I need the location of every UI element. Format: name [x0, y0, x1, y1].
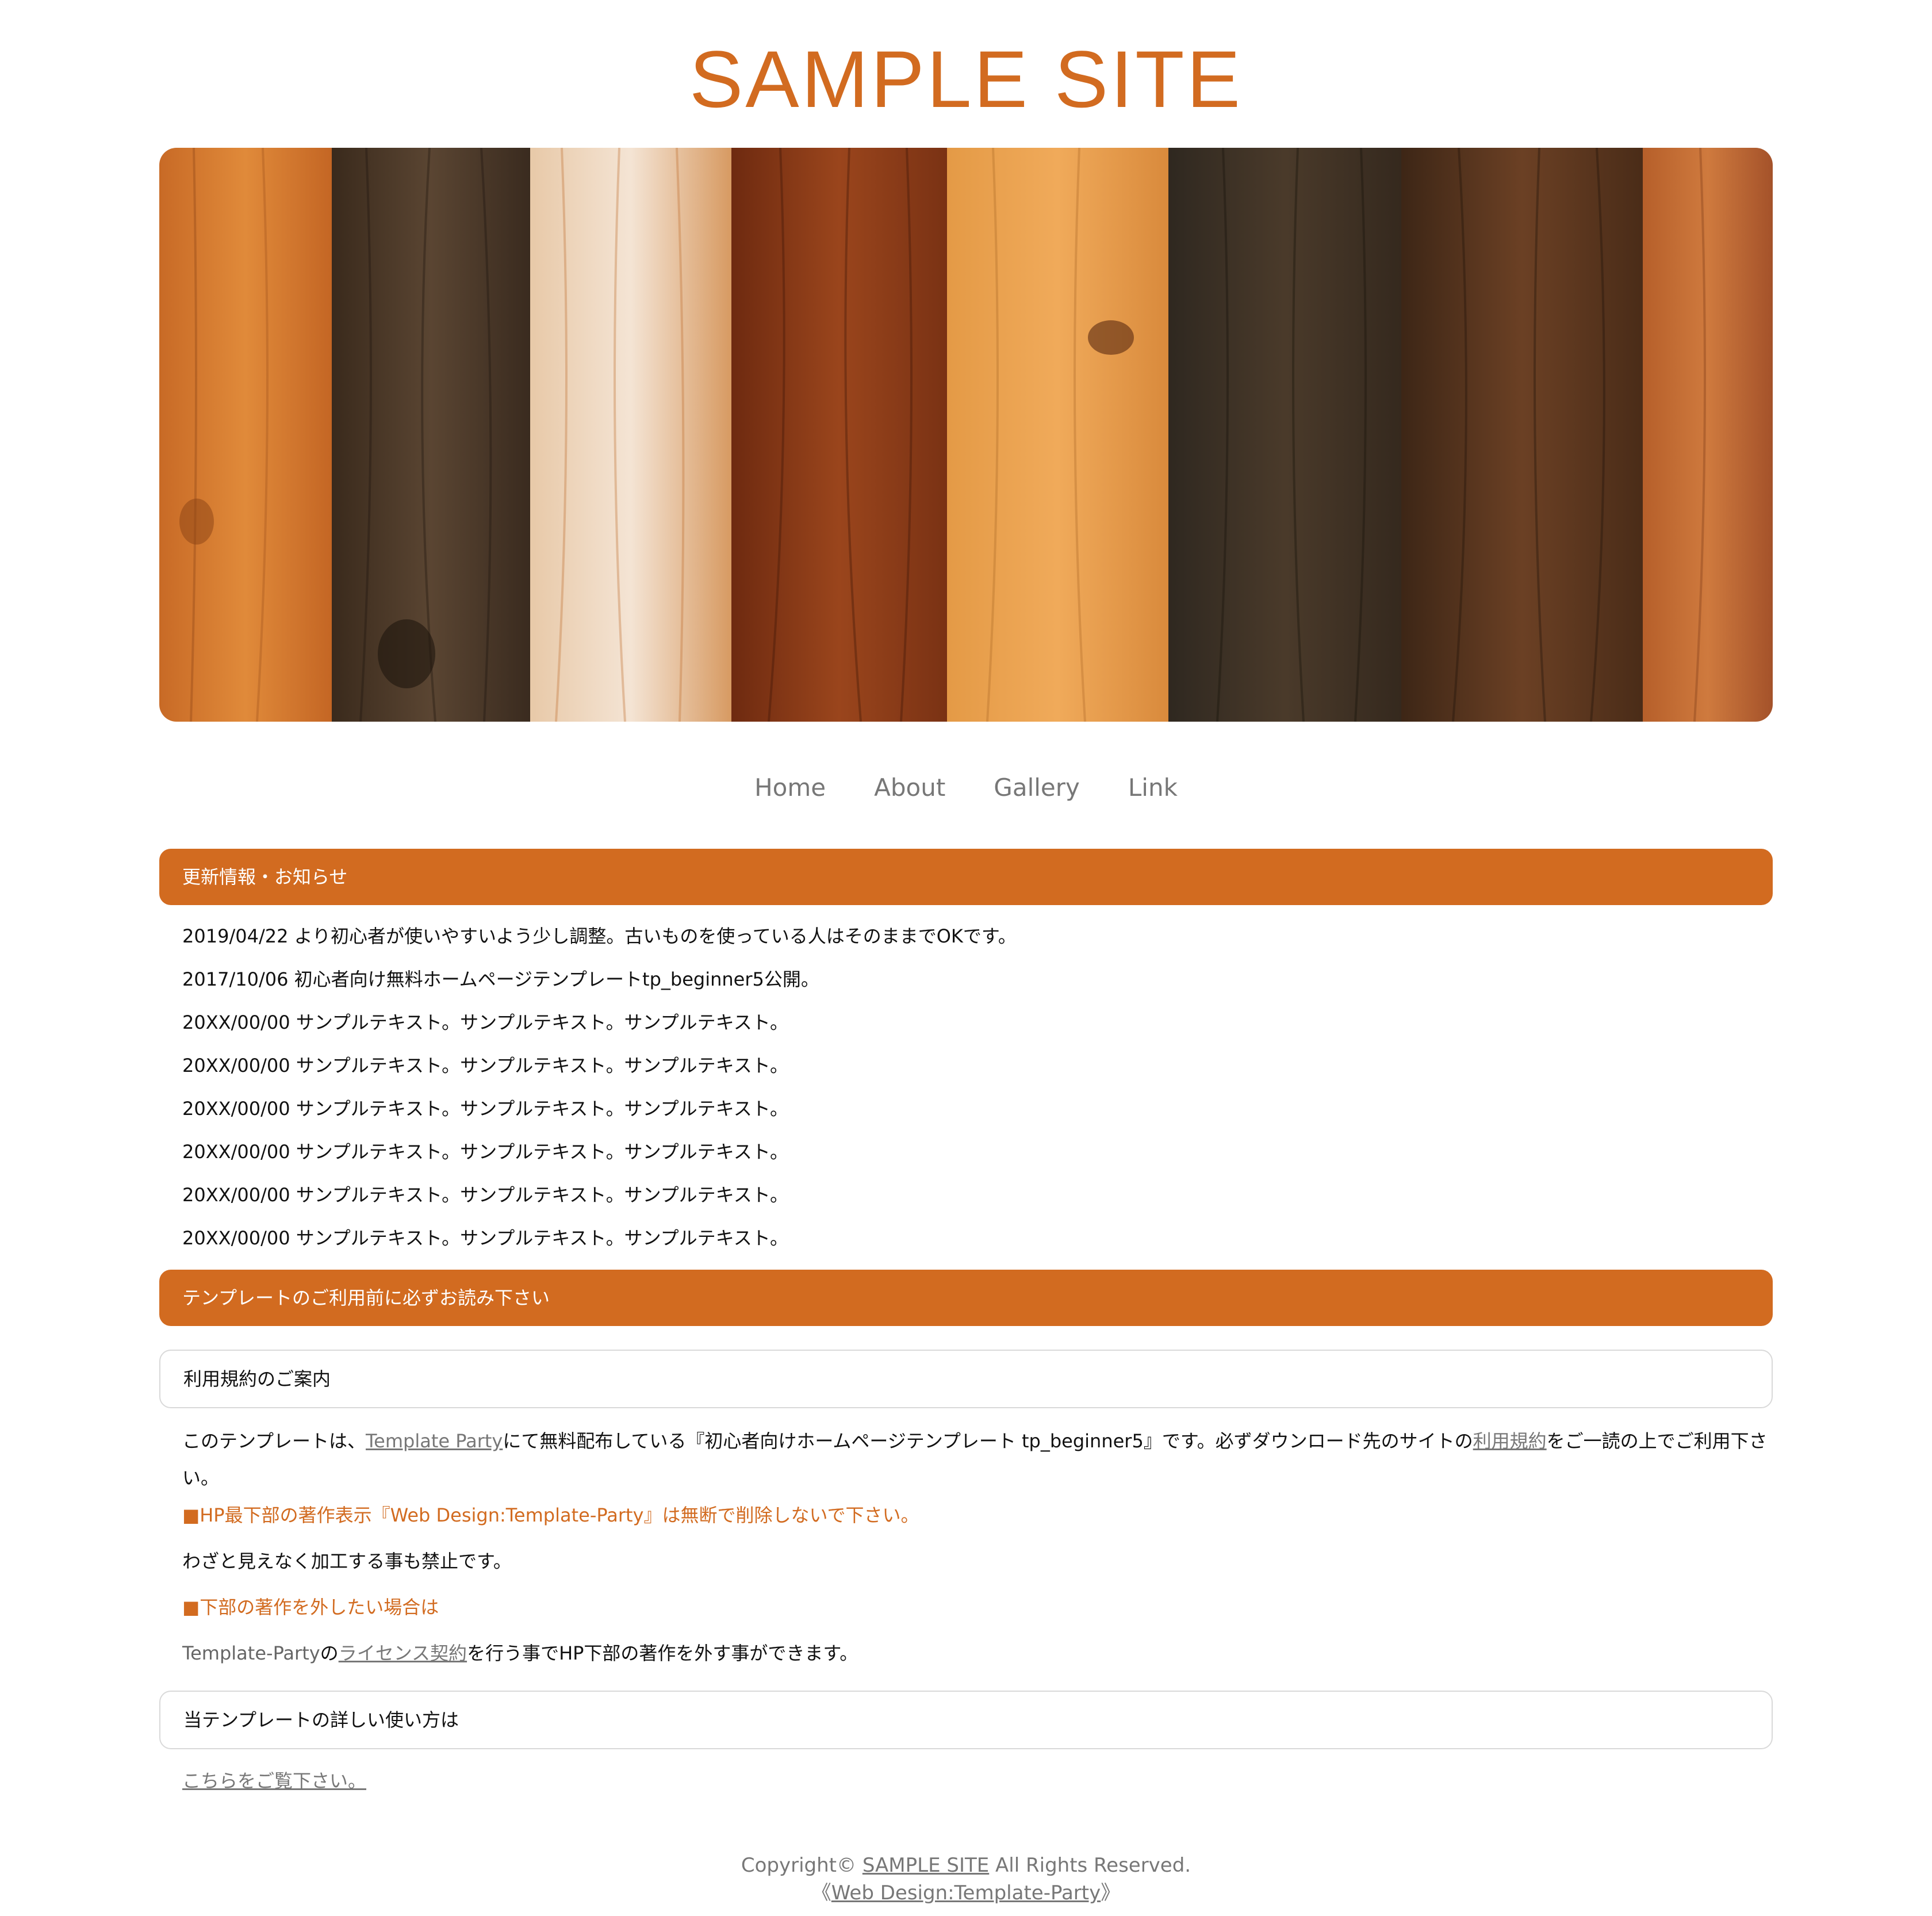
footer-copyright: Copyright© SAMPLE SITE All Rights Reserv…	[741, 1854, 1191, 1877]
terms-paragraph: このテンプレートは、Template Partyにて無料配布している『初心者向け…	[182, 1430, 1768, 1489]
footer: Copyright© SAMPLE SITE All Rights Reserv…	[0, 1852, 1932, 1907]
hero-image-wood-planks	[159, 148, 1773, 722]
news-item: 20XX/00/00 サンプルテキスト。サンプルテキスト。サンプルテキスト。	[182, 1184, 789, 1206]
news-item: 20XX/00/00 サンプルテキスト。サンプルテキスト。サンプルテキスト。	[182, 1141, 789, 1163]
template-party-link[interactable]: Template Party	[366, 1430, 503, 1452]
site-title-link[interactable]: SAMPLE SITE	[0, 33, 1932, 125]
footer-site-link[interactable]: SAMPLE SITE	[862, 1854, 989, 1877]
news-item: 20XX/00/00 サンプルテキスト。サンプルテキスト。サンプルテキスト。	[182, 1098, 789, 1120]
news-item: 2017/10/06 初心者向け無料ホームページテンプレートtp_beginne…	[182, 968, 819, 990]
remove-credit-heading: ■下部の著作を外したい場合は	[182, 1596, 439, 1618]
nav-about[interactable]: About	[874, 768, 945, 808]
usage-box: 当テンプレートの詳しい使い方は	[159, 1691, 1773, 1749]
news-item: 20XX/00/00 サンプルテキスト。サンプルテキスト。サンプルテキスト。	[182, 1227, 789, 1249]
nav-link[interactable]: Link	[1128, 768, 1178, 808]
news-item: 20XX/00/00 サンプルテキスト。サンプルテキスト。サンプルテキスト。	[182, 1055, 789, 1076]
main-nav: Home About Gallery Link	[0, 768, 1932, 808]
notice-heading: テンプレートのご利用前に必ずお読み下さい	[159, 1270, 1773, 1326]
footer-credit: 《Web Design:Template-Party》	[811, 1881, 1121, 1904]
copyright-warning: ■HP最下部の著作表示『Web Design:Template-Party』は無…	[182, 1504, 919, 1526]
usage-link-row: こちらをご覧下さい。	[182, 1762, 1769, 1799]
license-link[interactable]: ライセンス契約	[339, 1642, 467, 1664]
nav-home[interactable]: Home	[754, 768, 826, 808]
license-paragraph: Template-Partyのライセンス契約を行う事でHP下部の著作を外す事がで…	[182, 1642, 858, 1664]
footer-credit-link[interactable]: Web Design:Template-Party	[831, 1881, 1101, 1904]
nav-gallery[interactable]: Gallery	[994, 768, 1080, 808]
news-item: 20XX/00/00 サンプルテキスト。サンプルテキスト。サンプルテキスト。	[182, 1011, 789, 1033]
news-heading: 更新情報・お知らせ	[159, 849, 1773, 905]
news-item: 2019/04/22 より初心者が使いやすいよう少し調整。古いものを使っている人…	[182, 925, 1017, 947]
usage-link[interactable]: こちらをご覧下さい。	[182, 1770, 366, 1792]
terms-link[interactable]: 利用規約	[1473, 1430, 1547, 1452]
no-hiding-text: わざと見えなく加工する事も禁止です。	[182, 1550, 512, 1572]
terms-box: 利用規約のご案内	[159, 1350, 1773, 1408]
